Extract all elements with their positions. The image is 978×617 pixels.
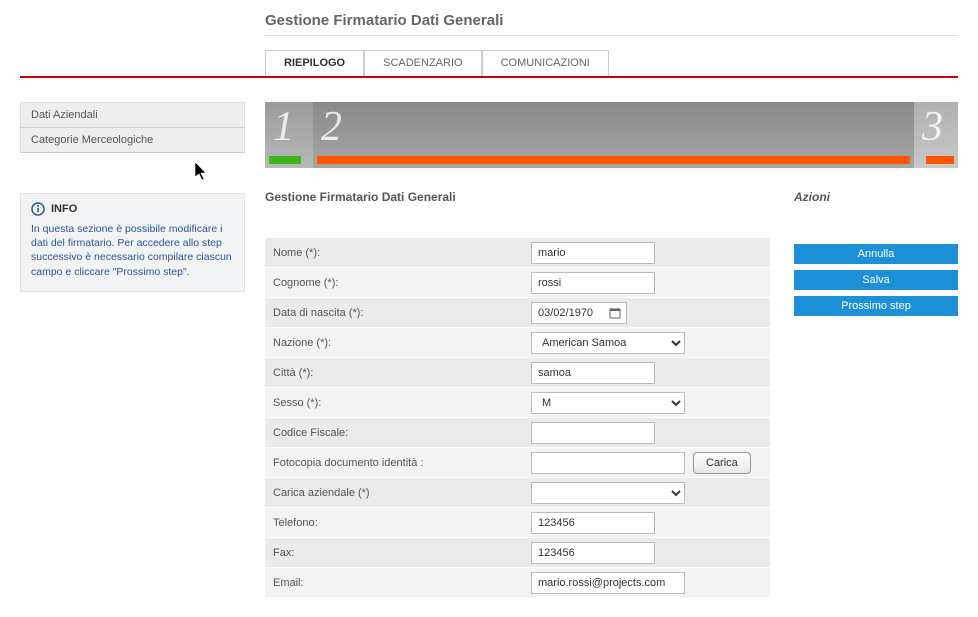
nome-field[interactable]: [531, 242, 655, 264]
step-2-num: 2: [321, 106, 342, 148]
calendar-icon[interactable]: [608, 306, 622, 320]
actions-title: Azioni: [794, 190, 958, 204]
label-citta: Città (*):: [265, 361, 525, 385]
label-data-nascita: Data di nascita (*):: [265, 301, 525, 325]
divider: [20, 76, 958, 78]
info-box: INFO In questa sezione è possibile modif…: [20, 193, 245, 292]
sidebar-item-categorie[interactable]: Categorie Merceologiche: [20, 128, 245, 153]
label-telefono: Telefono:: [265, 511, 525, 535]
info-icon: [31, 202, 45, 216]
label-nome: Nome (*):: [265, 241, 525, 265]
info-title: INFO: [51, 203, 77, 215]
label-sesso: Sesso (*):: [265, 391, 525, 415]
page-title: Gestione Firmatario Dati Generali: [265, 12, 958, 36]
cognome-field[interactable]: [531, 272, 655, 294]
section-title: Gestione Firmatario Dati Generali: [265, 190, 770, 204]
carica-aziendale-select[interactable]: [531, 482, 685, 504]
annulla-button[interactable]: Annulla: [794, 244, 958, 264]
tab-scadenzario[interactable]: SCADENZARIO: [364, 50, 481, 76]
step-1: 1: [265, 102, 313, 168]
tab-comunicazioni[interactable]: COMUNICAZIONI: [482, 50, 609, 76]
citta-field[interactable]: [531, 362, 655, 384]
label-fax: Fax:: [265, 541, 525, 565]
carica-button[interactable]: Carica: [693, 452, 751, 474]
label-cognome: Cognome (*):: [265, 271, 525, 295]
fax-field[interactable]: [531, 542, 655, 564]
sesso-select[interactable]: M: [531, 392, 685, 414]
email-field[interactable]: [531, 572, 685, 594]
label-nazione: Nazione (*):: [265, 331, 525, 355]
label-fotocopia: Fotocopia documento identità :: [265, 451, 525, 475]
label-carica-aziendale: Carica aziendale (*): [265, 481, 525, 505]
step-1-num: 1: [273, 106, 294, 148]
label-email: Email:: [265, 571, 525, 595]
step-2: 2: [313, 102, 914, 168]
nazione-select[interactable]: American Samoa: [531, 332, 685, 354]
tabs: RIEPILOGO SCADENZARIO COMUNICAZIONI: [265, 50, 958, 76]
data-nascita-field[interactable]: [532, 303, 608, 323]
tab-riepilogo[interactable]: RIEPILOGO: [265, 50, 364, 76]
info-text: In questa sezione è possibile modificare…: [31, 222, 234, 279]
prossimo-step-button[interactable]: Prossimo step: [794, 296, 958, 316]
label-codice-fiscale: Codice Fiscale:: [265, 421, 525, 445]
sidebar-item-dati-aziendali[interactable]: Dati Aziendali: [20, 102, 245, 128]
stepper: 1 2 3: [265, 102, 958, 168]
telefono-field[interactable]: [531, 512, 655, 534]
fotocopia-field[interactable]: [531, 452, 685, 474]
step-3-num: 3: [922, 106, 943, 148]
salva-button[interactable]: Salva: [794, 270, 958, 290]
codice-fiscale-field[interactable]: [531, 422, 655, 444]
step-3: 3: [914, 102, 958, 168]
